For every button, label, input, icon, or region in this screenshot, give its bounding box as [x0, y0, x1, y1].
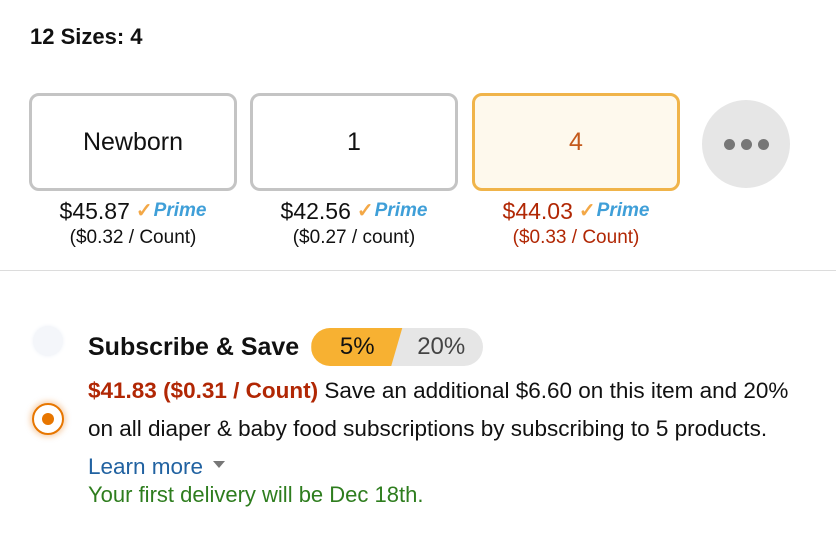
- size-unit-price: ($0.32 / Count): [69, 227, 197, 248]
- more-options-icon: [740, 138, 752, 150]
- size-unit-price: ($0.27 / count): [292, 227, 416, 248]
- subscribe-price: $41.83 ($0.31 / Count): [88, 378, 319, 403]
- size-label: 1: [347, 127, 361, 156]
- prime-label: Prime: [153, 200, 207, 221]
- size-price: $44.03: [502, 198, 573, 224]
- more-sizes-button[interactable]: [702, 100, 790, 188]
- prime-label: Prime: [596, 200, 650, 221]
- size-button-4-selected[interactable]: 4: [472, 93, 680, 191]
- delivery-note: Your first delivery will be Dec 18th.: [88, 482, 424, 507]
- prime-check-icon: ✓: [578, 200, 596, 222]
- prime-badge: ✓ Prime: [136, 197, 207, 225]
- prime-badge: ✓ Prime: [579, 197, 650, 225]
- subscribe-title: Subscribe & Save: [88, 332, 300, 361]
- learn-more-link[interactable]: Learn more: [88, 454, 203, 479]
- size-price: $45.87: [59, 198, 130, 224]
- one-time-purchase-radio[interactable]: [33, 326, 63, 356]
- chevron-down-icon[interactable]: [213, 460, 226, 468]
- subscribe-header: Subscribe & Save 5% 20%: [88, 328, 484, 366]
- size-option-1: 1 $42.56 ✓ Prime ($0.27 / count): [250, 93, 458, 251]
- more-options-icon: [723, 138, 735, 150]
- size-label: Newborn: [82, 127, 184, 156]
- size-unit-price: ($0.33 / Count): [512, 227, 640, 248]
- size-option-4: 4 $44.03 ✓ Prime ($0.33 / Count): [472, 93, 680, 251]
- size-button-newborn[interactable]: Newborn: [29, 93, 237, 191]
- size-price: $42.56: [280, 198, 351, 224]
- size-label: 4: [569, 127, 583, 156]
- section-divider: [0, 270, 836, 271]
- size-price-row: $45.87 ✓ Prime: [29, 197, 237, 225]
- subscribe-save-radio[interactable]: [32, 403, 64, 435]
- prime-badge: ✓ Prime: [357, 197, 428, 225]
- discount-badge-low: 5%: [311, 328, 404, 366]
- prime-label: Prime: [374, 200, 428, 221]
- size-price-row: $44.03 ✓ Prime: [472, 197, 680, 225]
- prime-check-icon: ✓: [356, 200, 374, 222]
- size-option-newborn: Newborn $45.87 ✓ Prime ($0.32 / Count): [29, 93, 237, 251]
- prime-check-icon: ✓: [135, 200, 153, 222]
- discount-badges: 5% 20%: [311, 328, 484, 366]
- radio-selected-dot: [42, 413, 54, 425]
- sizes-title: 12 Sizes: 4: [30, 24, 143, 49]
- discount-badge-high: 20%: [391, 328, 484, 366]
- size-price-row: $42.56 ✓ Prime: [250, 197, 458, 225]
- size-button-1[interactable]: 1: [250, 93, 458, 191]
- subscribe-description: $41.83 ($0.31 / Count) Save an additiona…: [88, 372, 818, 486]
- more-options-icon: [757, 138, 769, 150]
